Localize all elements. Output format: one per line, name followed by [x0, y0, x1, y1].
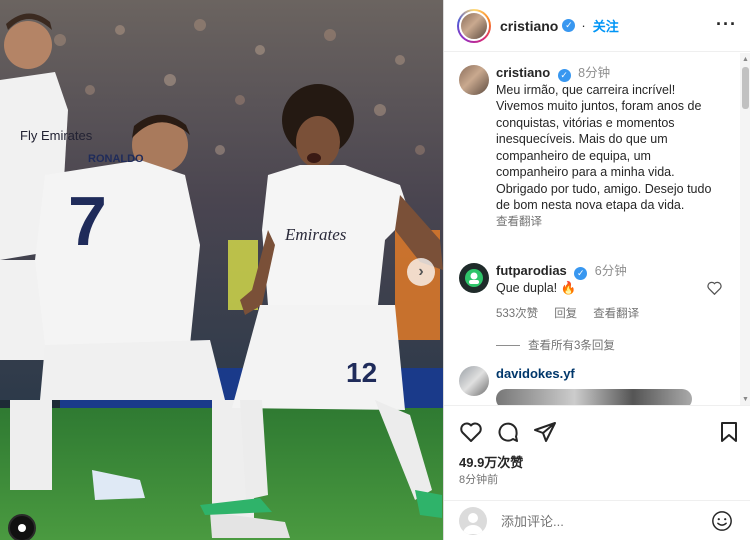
- jersey-text-left: Fly Emirates: [20, 128, 93, 143]
- view-replies-link[interactable]: 查看所有3条回复: [496, 337, 615, 353]
- comment-author[interactable]: davidokes.yf: [496, 366, 575, 381]
- add-comment-bar: 添加评论...: [444, 500, 750, 540]
- comment-text: Que dupla! 🔥: [496, 280, 577, 295]
- emoji-icon[interactable]: [711, 510, 733, 532]
- scroll-up-icon[interactable]: ▲: [742, 56, 749, 63]
- comment-time: 6分钟: [594, 264, 627, 278]
- likes-count[interactable]: 49.9万次赞: [459, 452, 523, 471]
- next-image-button[interactable]: ›: [407, 258, 435, 286]
- more-options-icon[interactable]: ···: [716, 14, 737, 35]
- comment-item: davidokes.yf: [459, 366, 716, 405]
- view-replies-label: 查看所有3条回复: [528, 340, 615, 352]
- comment-likes[interactable]: 533次赞: [496, 306, 538, 323]
- separator-dot: ·: [581, 18, 586, 33]
- comment-item: futparodias ✓ 6分钟 Que dupla! 🔥 533次赞 回复 …: [459, 263, 716, 323]
- comment-bubble-icon[interactable]: [496, 420, 520, 444]
- current-user-avatar: [459, 506, 487, 535]
- comment-author-avatar[interactable]: [459, 263, 489, 293]
- caption-text: Meu irmão, que carreira incrível! Vivemo…: [496, 82, 712, 213]
- scroll-thumb[interactable]: [742, 67, 749, 109]
- comments-scrollbar[interactable]: ▲ ▼: [740, 53, 750, 405]
- tagged-users-button[interactable]: [8, 514, 36, 540]
- caption-author[interactable]: cristiano: [496, 65, 550, 80]
- verified-icon: ✓: [562, 19, 576, 32]
- comment-translate-link[interactable]: 查看翻译: [593, 306, 639, 323]
- post-header: cristiano ✓ · 关注 ···: [444, 0, 750, 52]
- verified-icon: ✓: [557, 68, 571, 82]
- comment-meta: 533次赞 回复 查看翻译: [496, 306, 716, 323]
- author-username[interactable]: cristiano: [500, 18, 558, 34]
- scroll-down-icon[interactable]: ▼: [742, 396, 749, 403]
- caption-author-avatar[interactable]: [459, 65, 489, 95]
- caption-translate-link[interactable]: 查看翻译: [496, 214, 716, 231]
- default-user-icon: [463, 512, 483, 534]
- post-side-panel: cristiano ✓ · 关注 ··· cristiano ✓ 8分钟 Meu…: [443, 0, 750, 540]
- comment-input[interactable]: 添加评论...: [501, 511, 564, 530]
- share-send-icon[interactable]: [533, 420, 557, 444]
- comment-author-avatar[interactable]: [459, 366, 489, 396]
- jersey-text-center: Emirates: [284, 225, 347, 244]
- follow-button[interactable]: 关注: [593, 16, 619, 35]
- replies-divider: [496, 344, 520, 346]
- post-actions: 49.9万次赞 8分钟前: [444, 405, 750, 495]
- verified-icon: ✓: [574, 266, 588, 280]
- caption-time: 8分钟: [578, 66, 611, 80]
- save-bookmark-icon[interactable]: [717, 420, 741, 444]
- comment-image-preview[interactable]: [496, 388, 692, 405]
- comments-section[interactable]: cristiano ✓ 8分钟 Meu irmão, que carreira …: [444, 53, 739, 405]
- posted-time: 8分钟前: [459, 474, 499, 486]
- post-photo[interactable]: Fly Emirates RONALDO 7 Emirates 12 ›: [0, 0, 443, 540]
- comment-author[interactable]: futparodias: [496, 263, 567, 278]
- user-icon: [18, 524, 26, 532]
- like-comment-heart-icon[interactable]: [707, 281, 722, 295]
- like-heart-icon[interactable]: [459, 420, 483, 444]
- author-avatar[interactable]: [457, 8, 491, 43]
- caption-item: cristiano ✓ 8分钟 Meu irmão, que carreira …: [459, 65, 716, 230]
- jersey-number-left: 7: [68, 182, 107, 260]
- reply-button[interactable]: 回复: [554, 306, 577, 323]
- jersey-name-left: RONALDO: [88, 153, 144, 165]
- futparodias-logo-icon: [465, 269, 483, 287]
- jersey-number-right: 12: [346, 357, 377, 388]
- photo-illustration: Fly Emirates RONALDO 7 Emirates 12: [0, 0, 443, 540]
